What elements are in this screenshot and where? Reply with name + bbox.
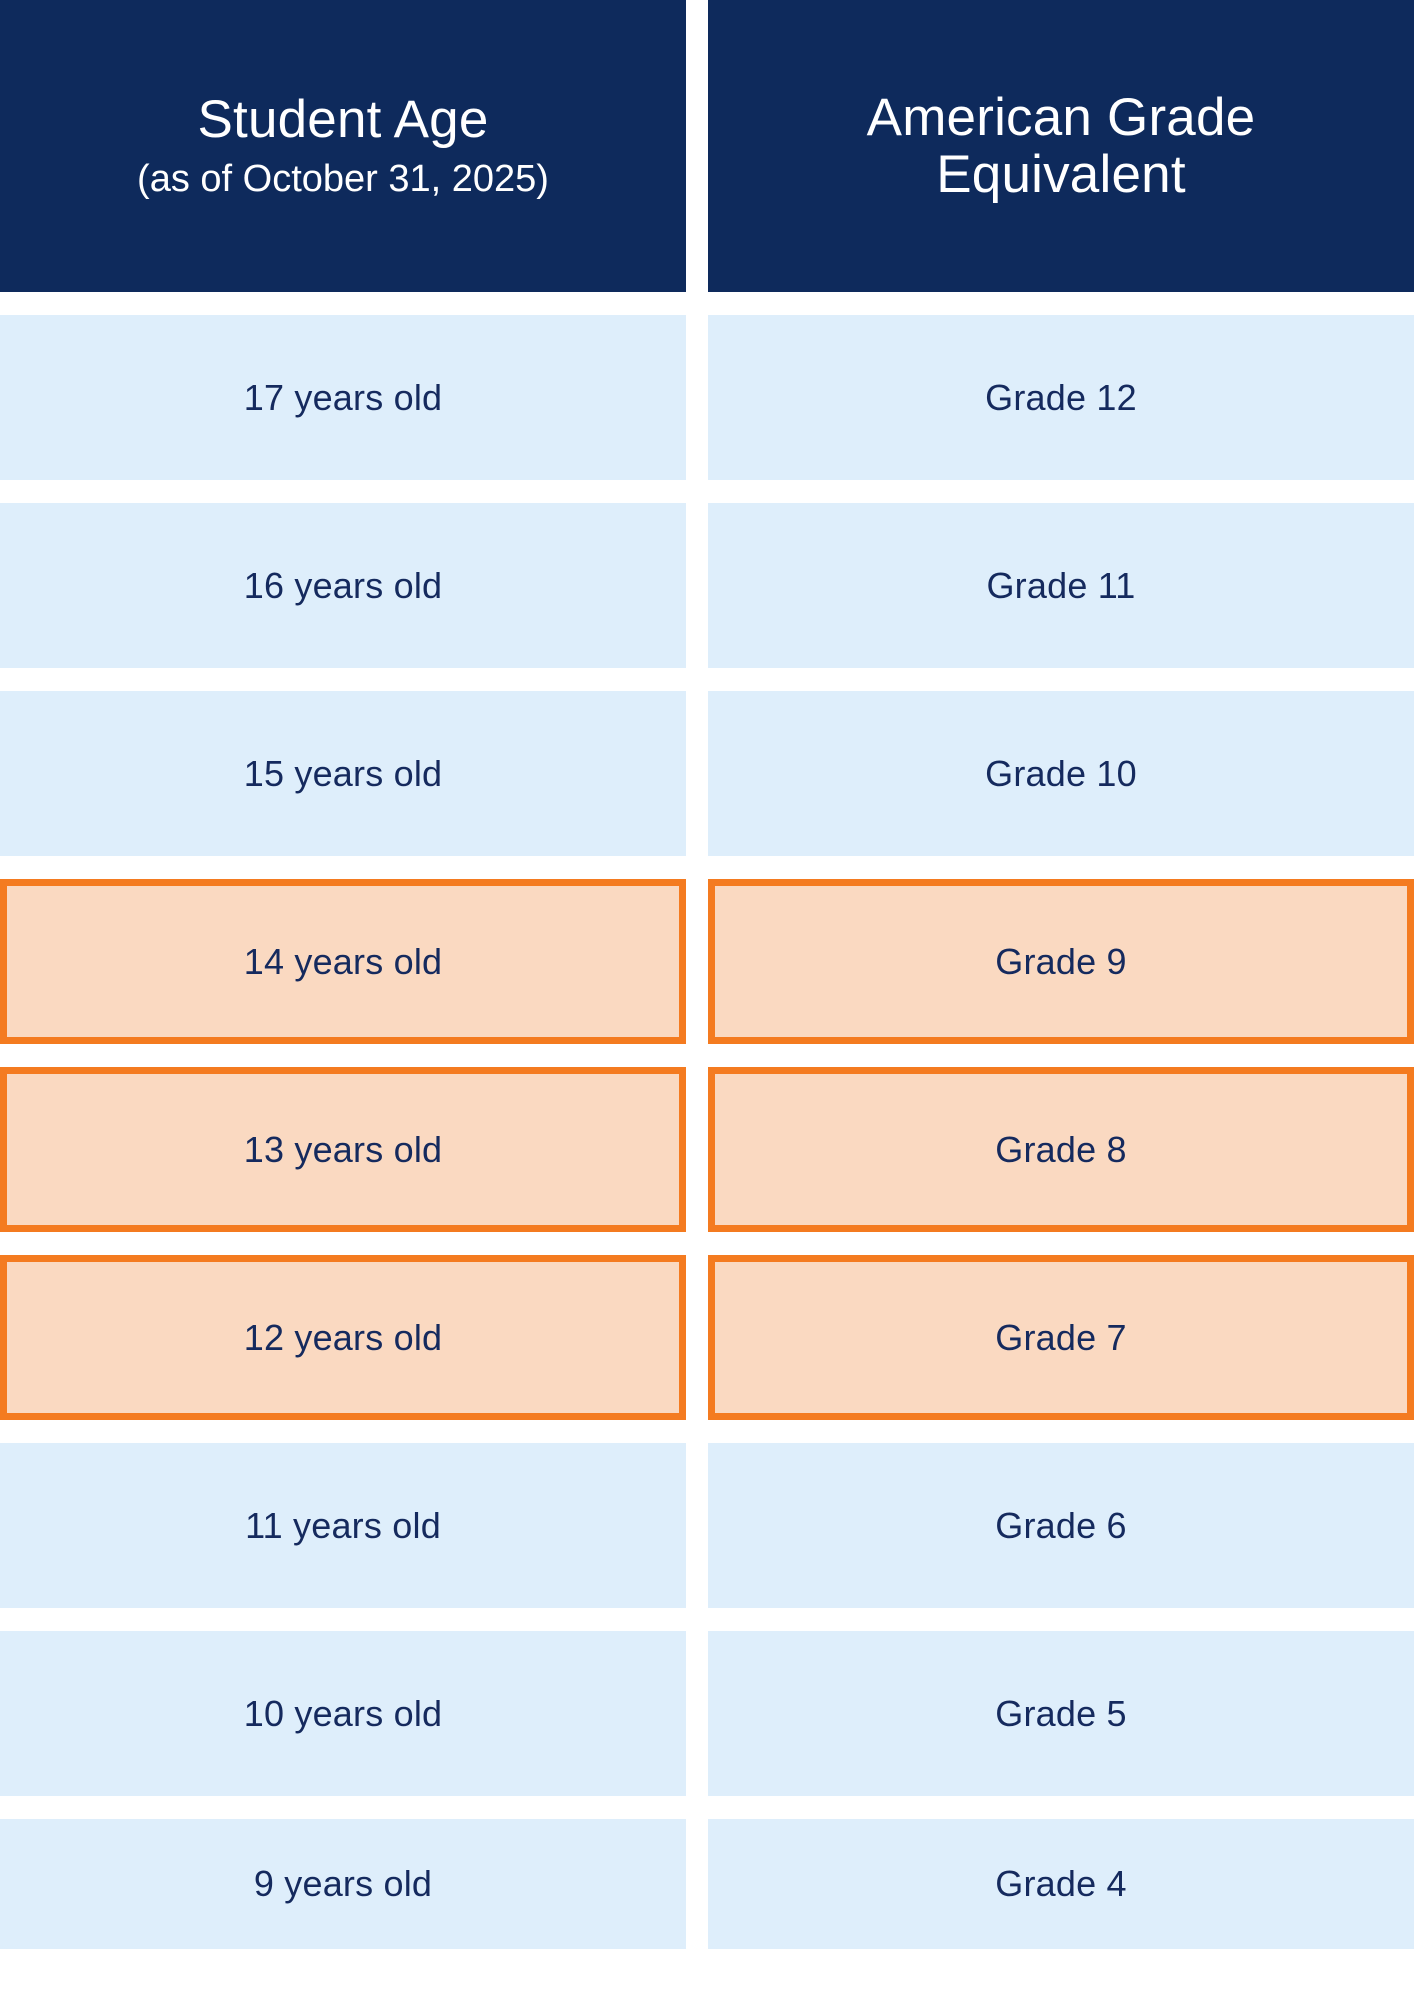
table-row-age-cell: 14 years old <box>0 879 686 1044</box>
column-header-student-age-subtitle: (as of October 31, 2025) <box>137 157 549 200</box>
age-value: 11 years old <box>245 1504 441 1546</box>
table-row-age-cell: 12 years old <box>0 1255 686 1420</box>
row-gutter <box>697 1232 1414 1255</box>
table-row-age-cell: 17 years old <box>0 315 686 480</box>
row-gutter <box>697 1420 1414 1443</box>
row-gutter <box>0 1420 697 1443</box>
grade-value: Grade 7 <box>995 1316 1127 1358</box>
age-value: 16 years old <box>243 564 443 606</box>
table-row-grade-cell: Grade 10 <box>708 691 1414 856</box>
table-row-grade-cell: Grade 6 <box>708 1443 1414 1608</box>
row-gutter <box>0 1796 697 1819</box>
grade-value: Grade 12 <box>985 376 1137 418</box>
table-row-grade-cell: Grade 11 <box>708 503 1414 668</box>
age-value: 10 years old <box>243 1692 443 1734</box>
table-grid: Student Age (as of October 31, 2025) Ame… <box>0 0 1414 1949</box>
row-gutter <box>697 1044 1414 1067</box>
age-value: 13 years old <box>243 1128 443 1170</box>
age-value: 15 years old <box>243 752 443 794</box>
row-gutter <box>0 1608 697 1631</box>
grade-value: Grade 5 <box>995 1692 1127 1734</box>
column-header-student-age: Student Age (as of October 31, 2025) <box>0 0 686 292</box>
grade-value: Grade 6 <box>995 1504 1127 1546</box>
row-gutter <box>697 1608 1414 1631</box>
table-row-grade-cell: Grade 8 <box>708 1067 1414 1232</box>
table-row-grade-cell: Grade 7 <box>708 1255 1414 1420</box>
row-gutter <box>697 668 1414 691</box>
row-gutter <box>0 480 697 503</box>
row-gutter <box>697 1796 1414 1819</box>
age-value: 9 years old <box>253 1863 433 1904</box>
row-gutter <box>0 1232 697 1255</box>
table-row-age-cell: 11 years old <box>0 1443 686 1608</box>
age-value: 17 years old <box>243 376 443 418</box>
age-value: 14 years old <box>243 940 443 982</box>
row-gutter <box>0 668 697 691</box>
grade-value: Grade 4 <box>995 1863 1127 1904</box>
table-row-grade-cell: Grade 12 <box>708 315 1414 480</box>
column-header-american-grade: American Grade Equivalent <box>708 0 1414 292</box>
table-row-age-cell: 9 years old <box>0 1819 686 1949</box>
row-gutter <box>697 292 1414 315</box>
row-gutter <box>697 480 1414 503</box>
grade-value: Grade 11 <box>986 564 1136 606</box>
table-row-age-cell: 15 years old <box>0 691 686 856</box>
grade-value: Grade 8 <box>995 1128 1127 1170</box>
table-row-grade-cell: Grade 5 <box>708 1631 1414 1796</box>
table-row-age-cell: 13 years old <box>0 1067 686 1232</box>
grade-value: Grade 10 <box>985 752 1137 794</box>
table-row-grade-cell: Grade 9 <box>708 879 1414 1044</box>
row-gutter <box>0 292 697 315</box>
column-header-student-age-title: Student Age <box>197 89 489 149</box>
table-row-age-cell: 16 years old <box>0 503 686 668</box>
table-row-age-cell: 10 years old <box>0 1631 686 1796</box>
row-gutter <box>0 1044 697 1067</box>
table-row-grade-cell: Grade 4 <box>708 1819 1414 1949</box>
row-gutter <box>0 856 697 879</box>
age-value: 12 years old <box>243 1316 443 1358</box>
grade-value: Grade 9 <box>995 940 1127 982</box>
row-gutter <box>697 856 1414 879</box>
column-header-american-grade-title: American Grade Equivalent <box>866 87 1256 204</box>
age-grade-equivalency-table: Student Age (as of October 31, 2025) Ame… <box>0 0 1414 2000</box>
